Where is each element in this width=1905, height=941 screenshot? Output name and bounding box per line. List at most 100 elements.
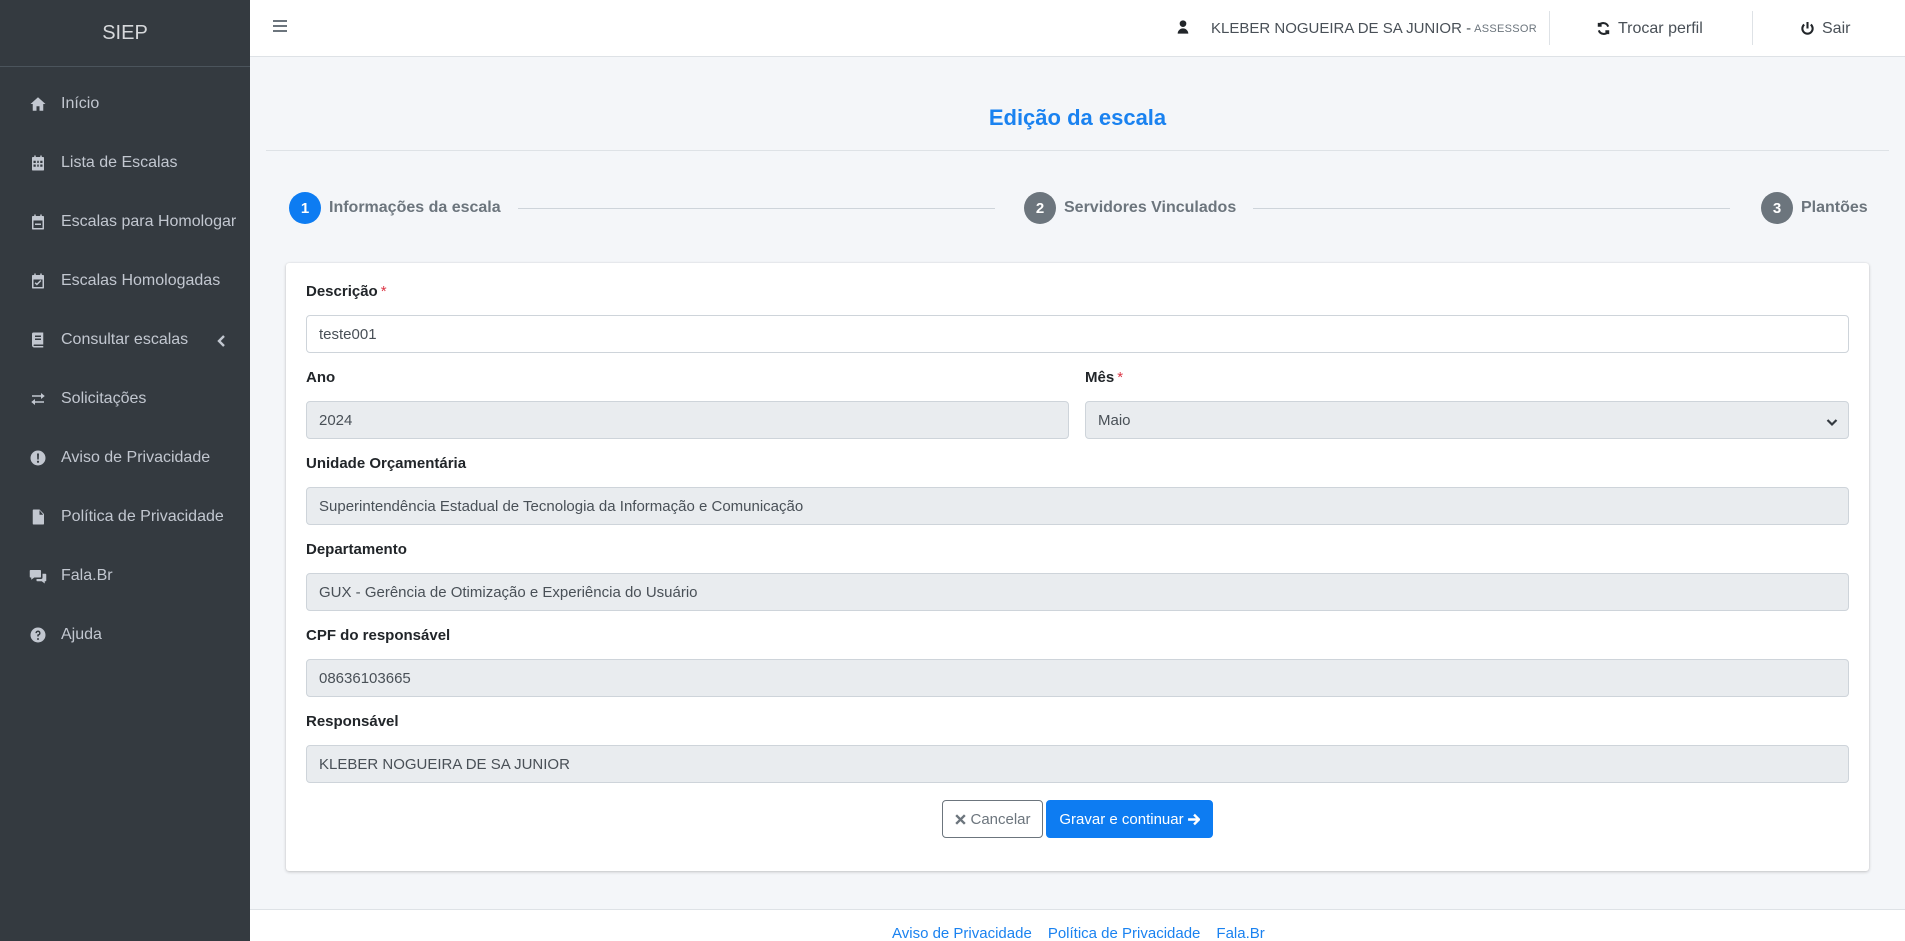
sidebar-item-label: Solicitações xyxy=(61,389,147,407)
descricao-value: teste001 xyxy=(319,325,377,343)
calendar-check-icon xyxy=(27,270,49,292)
step-informacoes-da-escala[interactable]: 1 Informações da escala xyxy=(289,191,501,225)
required-marker: * xyxy=(380,283,387,300)
step-label: Servidores Vinculados xyxy=(1064,199,1237,216)
sidebar-item-fala-br[interactable]: Fala.Br xyxy=(0,546,250,605)
ano-value: 2024 xyxy=(319,411,353,429)
exchange-icon xyxy=(27,388,49,410)
sidebar-item-escalas-homologadas[interactable]: Escalas Homologadas xyxy=(0,251,250,310)
save-and-continue-button[interactable]: Gravar e continuar xyxy=(1046,800,1213,838)
sidebar-item-ajuda[interactable]: Ajuda xyxy=(0,605,250,664)
mes-value: Maio xyxy=(1098,411,1131,429)
hamburger-menu-icon[interactable] xyxy=(272,18,290,36)
switch-profile-button[interactable]: Trocar perfil xyxy=(1596,0,1703,57)
logout-label: Sair xyxy=(1822,19,1851,37)
footer: Aviso de Privacidade Política de Privaci… xyxy=(250,909,1905,941)
sidebar-item-label: Fala.Br xyxy=(61,566,113,584)
responsavel-input[interactable]: KLEBER NOGUEIRA DE SA JUNIOR xyxy=(306,745,1849,783)
main-content: Edição da escala 1 Informações da escala… xyxy=(250,57,1905,910)
footer-links: Aviso de Privacidade Política de Privaci… xyxy=(892,925,1265,941)
responsavel-value: KLEBER NOGUEIRA DE SA JUNIOR xyxy=(319,755,570,773)
step-connector xyxy=(1253,208,1730,209)
footer-link-politica-de-privacidade[interactable]: Política de Privacidade xyxy=(1048,925,1201,941)
user-role: ASSESSOR xyxy=(1474,22,1537,35)
ano-label: Ano xyxy=(306,369,335,386)
ano-input[interactable]: 2024 xyxy=(306,401,1069,439)
sidebar-item-inicio[interactable]: Início xyxy=(0,74,250,133)
divider xyxy=(1752,11,1753,45)
sidebar-item-aviso-de-privacidade[interactable]: Aviso de Privacidade xyxy=(0,428,250,487)
sync-icon xyxy=(1597,22,1610,35)
sidebar-item-politica-de-privacidade[interactable]: Política de Privacidade xyxy=(0,487,250,546)
sidebar-item-escalas-para-homologar[interactable]: Escalas para Homologar xyxy=(0,192,250,251)
user-info[interactable]: KLEBER NOGUEIRA DE SA JUNIOR - ASSESSOR xyxy=(1175,0,1537,57)
unidade-label-text: Unidade Orçamentária xyxy=(306,455,467,472)
logout-button[interactable]: Sair xyxy=(1800,0,1850,57)
sidebar-item-solicitacoes[interactable]: Solicitações xyxy=(0,369,250,428)
page-title: Edição da escala xyxy=(988,105,1167,130)
sidebar-item-label: Lista de Escalas xyxy=(61,153,178,171)
question-circle-icon xyxy=(27,624,49,646)
file-icon xyxy=(27,506,49,528)
sidebar-item-lista-de-escalas[interactable]: Lista de Escalas xyxy=(0,133,250,192)
brand-logo[interactable]: SIEP xyxy=(0,0,250,67)
arrow-right-icon xyxy=(1187,813,1200,825)
sidebar-nav: Início Lista de Escalas Escalas para Hom… xyxy=(0,67,250,664)
comments-icon xyxy=(27,565,49,587)
footer-link-aviso-de-privacidade[interactable]: Aviso de Privacidade xyxy=(892,925,1032,941)
mes-label-text: Mês xyxy=(1085,369,1115,386)
sidebar-item-label: Escalas Homologadas xyxy=(61,271,221,289)
step-number: 3 xyxy=(1761,192,1793,224)
unidade-label: Unidade Orçamentária xyxy=(306,455,466,472)
top-navbar: KLEBER NOGUEIRA DE SA JUNIOR - ASSESSOR … xyxy=(250,0,1905,57)
sidebar-item-label: Escalas para Homologar xyxy=(61,212,237,230)
step-plantoes[interactable]: 3 Plantões xyxy=(1761,191,1868,225)
descricao-label: Descrição * xyxy=(306,283,387,300)
sidebar-item-consultar-escalas[interactable]: Consultar escalas xyxy=(0,310,250,369)
book-icon xyxy=(27,329,49,351)
departamento-label-text: Departamento xyxy=(306,541,407,558)
step-label: Informações da escala xyxy=(329,199,501,216)
sidebar: SIEP Início Lista de Escalas Escalas par… xyxy=(0,0,250,941)
cpf-label: CPF do responsável xyxy=(306,627,450,644)
departamento-value: GUX - Gerência de Otimização e Experiênc… xyxy=(319,583,698,601)
save-label: Gravar e continuar xyxy=(1059,810,1184,828)
user-icon xyxy=(1175,19,1191,39)
cpf-label-text: CPF do responsável xyxy=(306,627,451,644)
user-name: KLEBER NOGUEIRA DE SA JUNIOR - xyxy=(1211,20,1472,37)
departamento-input[interactable]: GUX - Gerência de Otimização e Experiênc… xyxy=(306,573,1849,611)
ano-label-text: Ano xyxy=(306,369,336,386)
descricao-label-text: Descrição xyxy=(306,283,378,300)
sidebar-item-label: Consultar escalas xyxy=(61,330,189,348)
title-divider xyxy=(266,150,1889,151)
unidade-input[interactable]: Superintendência Estadual de Tecnologia … xyxy=(306,487,1849,525)
sidebar-item-label: Ajuda xyxy=(61,625,102,643)
cancel-label: Cancelar xyxy=(970,810,1031,828)
switch-profile-label: Trocar perfil xyxy=(1618,19,1703,37)
responsavel-label-text: Responsável xyxy=(306,713,399,730)
form-card: Descrição * teste001 Ano 2024 Mês * Maio U… xyxy=(286,263,1869,871)
step-label: Plantões xyxy=(1801,199,1868,216)
step-number: 1 xyxy=(289,192,321,224)
step-servidores-vinculados[interactable]: 2 Servidores Vinculados xyxy=(1024,191,1236,225)
chevron-down-icon xyxy=(1826,415,1838,427)
chevron-left-icon[interactable] xyxy=(216,334,228,347)
mes-select[interactable]: Maio xyxy=(1085,401,1849,439)
departamento-label: Departamento xyxy=(306,541,407,558)
unidade-value: Superintendência Estadual de Tecnologia … xyxy=(319,497,804,515)
footer-link-fala-br[interactable]: Fala.Br xyxy=(1216,925,1264,941)
sidebar-item-label: Política de Privacidade xyxy=(61,507,224,525)
stepper: 1 Informações da escala 2 Servidores Vin… xyxy=(250,191,1905,225)
close-icon xyxy=(955,813,967,825)
exclamation-circle-icon xyxy=(27,447,49,469)
calendar-minus-icon xyxy=(27,211,49,233)
calendar-grid-icon xyxy=(27,152,49,174)
divider xyxy=(1549,11,1550,45)
descricao-input[interactable]: teste001 xyxy=(306,315,1849,353)
sidebar-item-label: Aviso de Privacidade xyxy=(61,448,211,466)
cpf-input[interactable]: 08636103665 xyxy=(306,659,1849,697)
step-number: 2 xyxy=(1024,192,1056,224)
home-icon xyxy=(27,93,49,115)
responsavel-label: Responsável xyxy=(306,713,399,730)
cancel-button[interactable]: Cancelar xyxy=(942,800,1043,838)
